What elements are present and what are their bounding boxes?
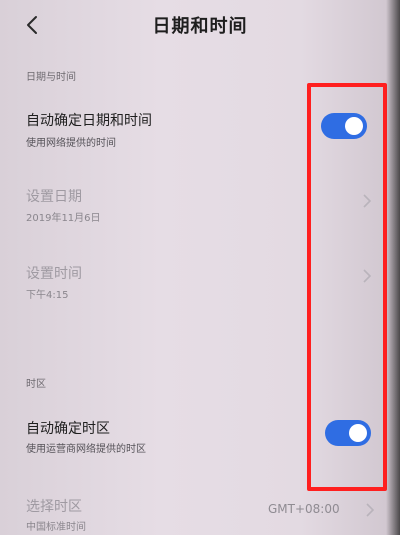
select-timezone-title: 选择时区	[26, 499, 82, 515]
auto-datetime-subtitle: 使用网络提供的时间	[26, 138, 116, 149]
set-date-title: 设置日期	[26, 189, 82, 205]
settings-screen: 日期和时间 日期与时间 自动确定日期和时间 使用网络提供的时间 设置日期 201…	[0, 0, 400, 535]
set-time-title: 设置时间	[26, 266, 82, 282]
auto-datetime-title: 自动确定日期和时间	[26, 113, 152, 129]
header-bar: 日期和时间	[0, 0, 400, 52]
auto-timezone-subtitle: 使用运营商网络提供的时区	[26, 444, 146, 455]
auto-timezone-title: 自动确定时区	[26, 421, 110, 437]
set-date-value: 2019年11月6日	[26, 213, 101, 224]
section-label-timezone: 时区	[26, 379, 46, 390]
red-highlight-box	[307, 83, 387, 491]
page-title: 日期和时间	[152, 16, 248, 37]
set-time-value: 下午4:15	[26, 290, 69, 301]
select-timezone-row[interactable]: 选择时区 中国标准时间 GMT+08:00	[0, 490, 390, 535]
timezone-value: GMT+08:00	[268, 502, 340, 516]
select-timezone-subtitle: 中国标准时间	[26, 522, 86, 533]
chevron-right-icon	[366, 503, 375, 517]
device-bezel	[386, 0, 400, 535]
section-label-date-time: 日期与时间	[26, 72, 76, 83]
